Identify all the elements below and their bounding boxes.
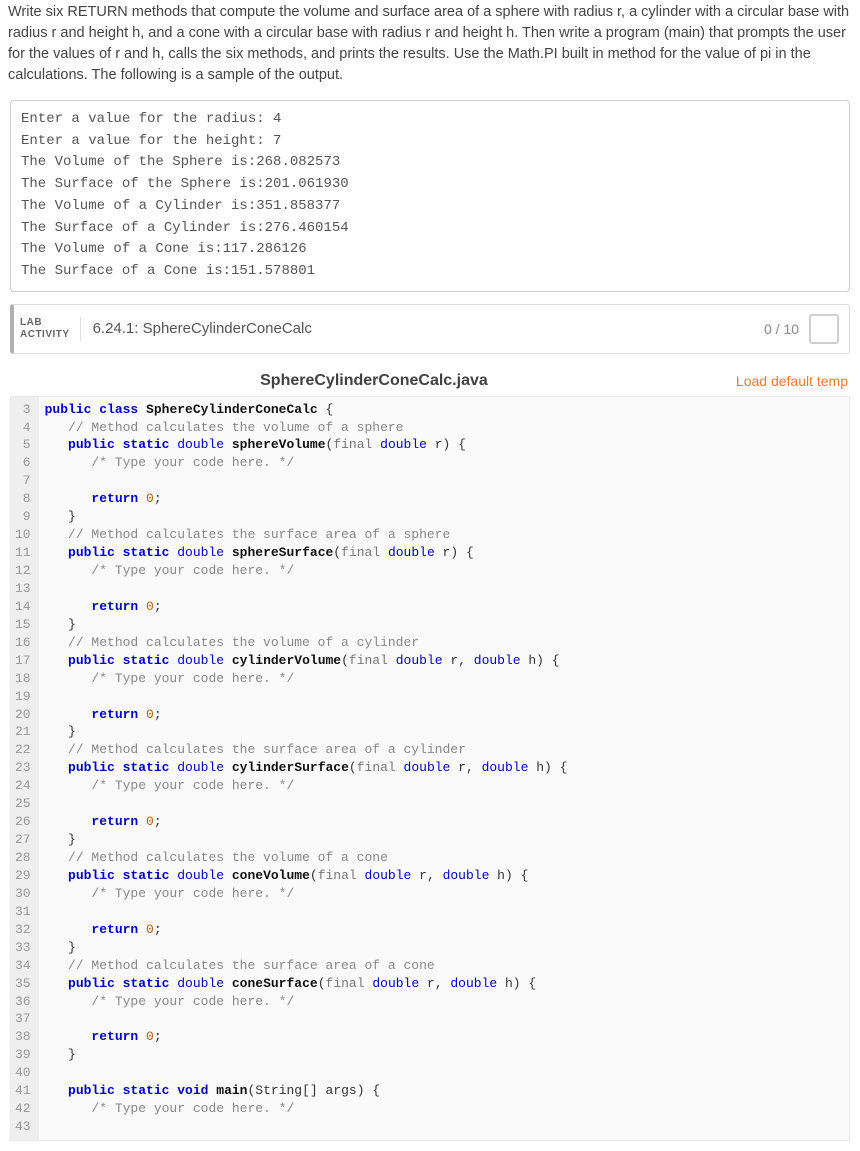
lab-tag: LAB ACTIVITY [20,317,81,341]
code-editor[interactable]: 3 4 5 6 7 8 9 10 11 12 13 14 15 16 17 18… [10,396,850,1141]
lab-status-box[interactable] [809,314,839,344]
load-default-link[interactable]: Load default temp [736,373,848,389]
lab-score: 0 / 10 [764,321,799,337]
problem-statement: Write six RETURN methods that compute th… [0,0,860,96]
lab-title: 6.24.1: SphereCylinderConeCalc [93,320,312,337]
editor-filename: SphereCylinderConeCalc.java [12,372,736,390]
lab-activity-bar: LAB ACTIVITY 6.24.1: SphereCylinderConeC… [10,304,850,354]
editor-header: SphereCylinderConeCalc.java Load default… [0,364,860,396]
sample-output: Enter a value for the radius: 4 Enter a … [10,100,850,292]
line-gutter: 3 4 5 6 7 8 9 10 11 12 13 14 15 16 17 18… [11,397,39,1140]
code-content[interactable]: public class SphereCylinderConeCalc { //… [39,397,574,1140]
